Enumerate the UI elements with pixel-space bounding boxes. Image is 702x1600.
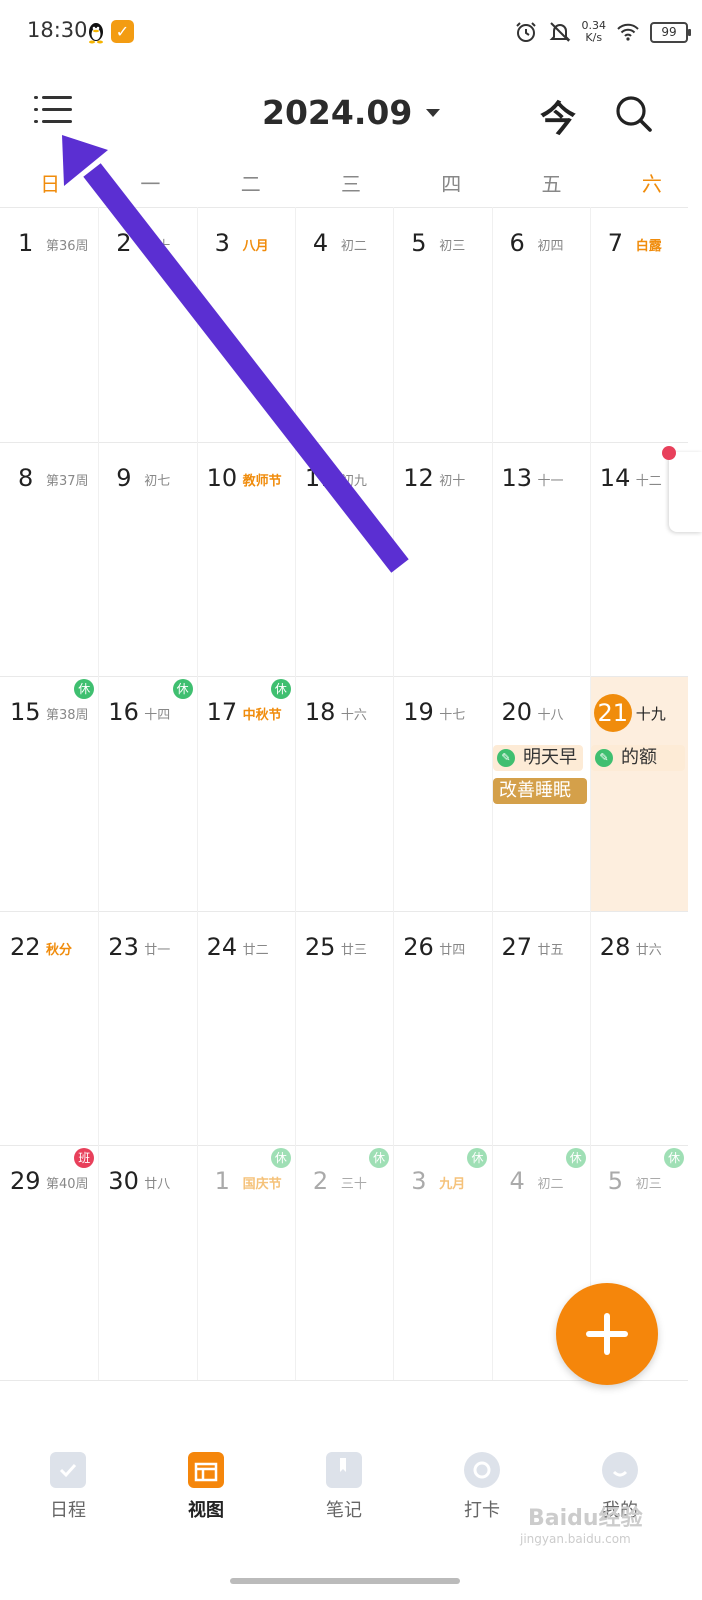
day-number: 28 — [599, 932, 631, 961]
lunar-date: 第40周 — [46, 1177, 89, 1192]
calendar-view-icon — [188, 1452, 224, 1488]
nav-view[interactable]: 视图 — [156, 1452, 256, 1522]
pencil-icon: ✎ — [595, 749, 613, 767]
holiday-rest-badge: 休 — [467, 1148, 488, 1168]
profile-icon — [602, 1452, 638, 1488]
home-indicator[interactable] — [230, 1578, 460, 1584]
event-title: 明天早 — [523, 747, 577, 768]
holiday-rest-badge: 休 — [270, 679, 291, 699]
day-number: 1 — [214, 1167, 230, 1195]
day-cell[interactable]: 26 廿四 — [393, 911, 491, 1146]
check-icon — [50, 1452, 86, 1488]
nav-schedule[interactable]: 日程 — [18, 1452, 118, 1522]
lunar-date: 十六 — [340, 708, 367, 723]
day-number: 15 — [10, 698, 41, 726]
workday-badge: 班 — [74, 1148, 95, 1168]
today-date: 21 — [593, 694, 632, 732]
lunar-date: 第38周 — [46, 708, 89, 723]
day-number: 17 — [206, 698, 238, 726]
day-cell[interactable]: 18 十六 — [295, 676, 393, 911]
holiday-rest-badge: 休 — [369, 1148, 390, 1168]
holiday-rest-badge: 休 — [565, 1148, 586, 1168]
day-cell[interactable]: 3 九月休 — [393, 1145, 491, 1380]
day-number: 29 — [10, 1167, 41, 1195]
nav-label: 打卡 — [464, 1500, 500, 1521]
annotation-arrow — [62, 135, 409, 573]
day-cell[interactable]: 2 三十休 — [295, 1145, 393, 1380]
day-cell[interactable]: 22 秋分 — [0, 911, 98, 1146]
day-number: 26 — [403, 932, 434, 961]
watermark-logo: Baidu经验 — [528, 1506, 643, 1531]
lunar-date: 十七 — [439, 708, 466, 723]
notebook-icon — [326, 1452, 362, 1488]
day-cell[interactable]: 16 十四休 — [98, 676, 196, 911]
lunar-date: 十四 — [144, 708, 171, 723]
lunar-date: 十八 — [537, 708, 564, 723]
day-cell[interactable]: 29 第40周 班 — [0, 1145, 98, 1380]
day-number: 27 — [501, 932, 533, 961]
event-title: 改善睡眠 — [499, 780, 571, 801]
add-event-button[interactable] — [556, 1283, 658, 1385]
day-number: 23 — [108, 932, 139, 961]
holiday-label: 九月 — [439, 1177, 466, 1192]
holiday-rest-badge: 休 — [172, 679, 193, 699]
lunar-date: 廿八 — [144, 1177, 171, 1192]
holiday-label: 国庆节 — [242, 1177, 282, 1192]
nav-label: 视图 — [188, 1500, 224, 1521]
day-cell[interactable]: 21 十九 — [590, 676, 688, 911]
watermark-url: jingyan.baidu.com — [520, 1532, 631, 1546]
event-chip[interactable]: 改善睡眠 — [493, 778, 587, 804]
day-number: 2 — [312, 1167, 329, 1195]
event-title: 的额 — [621, 747, 657, 768]
nav-notes[interactable]: 笔记 — [294, 1452, 394, 1522]
lunar-date: 初三 — [635, 1177, 662, 1192]
day-cell[interactable]: 25 廿三 — [295, 911, 393, 1146]
day-number: 22 — [10, 932, 41, 961]
day-number: 5 — [607, 1167, 624, 1195]
day-cell[interactable]: 19 十七 — [393, 676, 491, 911]
day-number: 16 — [108, 698, 139, 726]
lunar-date: 廿一 — [144, 942, 171, 958]
day-cell[interactable]: 17 中秋节 休 — [197, 676, 295, 911]
day-cell[interactable]: 1 国庆节 休 — [197, 1145, 295, 1380]
day-number: 18 — [304, 698, 336, 726]
pencil-icon: ✎ — [497, 749, 515, 767]
day-number: 30 — [108, 1167, 139, 1195]
target-icon — [464, 1452, 500, 1488]
lunar-date: 廿三 — [340, 942, 367, 958]
event-chip[interactable]: ✎ 的额 — [591, 745, 685, 771]
event-chip[interactable]: ✎ 明天早 — [493, 745, 583, 771]
lunar-date: 十九 — [635, 705, 666, 723]
nav-label: 笔记 — [326, 1500, 362, 1521]
lunar-date: 廿六 — [635, 942, 662, 958]
nav-label: 日程 — [50, 1500, 86, 1521]
day-number: 3 — [411, 1167, 427, 1195]
holiday-rest-badge: 休 — [74, 679, 95, 699]
day-number: 19 — [403, 698, 434, 726]
lunar-date: 廿二 — [242, 942, 269, 958]
day-cell[interactable]: 15 第38周 休 — [0, 676, 98, 911]
nav-checkin[interactable]: 打卡 — [432, 1452, 532, 1522]
lunar-date: 廿四 — [439, 942, 466, 958]
day-number: 25 — [304, 932, 336, 961]
day-cell[interactable]: 30 廿八 — [98, 1145, 196, 1380]
day-cell[interactable]: 24 廿二 — [197, 911, 295, 1146]
day-cell[interactable]: 23 廿一 — [98, 911, 196, 1146]
holiday-rest-badge: 休 — [270, 1148, 291, 1168]
holiday-rest-badge: 休 — [664, 1148, 685, 1168]
holiday-label: 中秋节 — [242, 708, 282, 723]
day-number: 24 — [206, 932, 238, 961]
day-cell[interactable]: 27 廿五 — [492, 911, 590, 1146]
day-number: 4 — [509, 1167, 525, 1195]
day-number: 20 — [501, 698, 533, 726]
holiday-label: 秋分 — [46, 942, 73, 958]
lunar-date: 初二 — [537, 1177, 564, 1192]
lunar-date: 廿五 — [537, 942, 564, 958]
day-cell[interactable]: 28 廿六 — [590, 911, 688, 1146]
lunar-date: 三十 — [340, 1177, 367, 1192]
